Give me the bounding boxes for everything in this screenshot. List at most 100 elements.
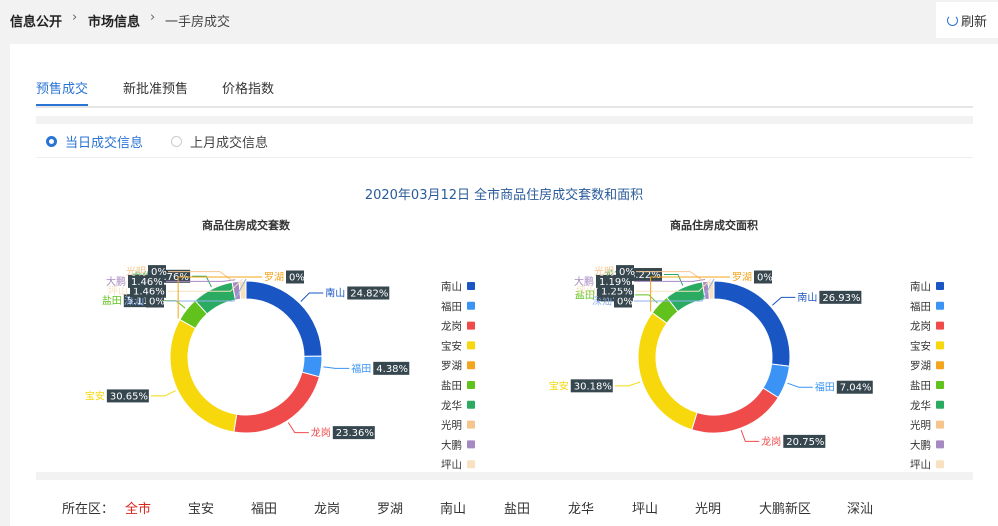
district-longhua[interactable]: 龙华 — [568, 498, 594, 517]
legend-swatch-南山 — [467, 282, 475, 290]
district-yantian[interactable]: 盐田 — [504, 498, 530, 517]
label-district-福田: 福田 — [815, 381, 835, 394]
legend-swatch-坪山 — [936, 460, 944, 469]
legend-label-龙岗: 龙岗 — [910, 320, 931, 333]
content-card: 预售成交 新批准预售 价格指数 当日成交信息 上月成交信息 2020年03月12… — [10, 44, 998, 526]
district-longgang[interactable]: 龙岗 — [314, 498, 340, 517]
label-value-宝安: 30.65% — [110, 391, 148, 402]
label-leader-line — [161, 300, 186, 309]
period-selector: 当日成交信息 上月成交信息 — [36, 123, 973, 158]
legend-label-罗湖: 罗湖 — [910, 360, 931, 372]
label-value-坪山: 1.46% — [133, 287, 165, 298]
legend-label-宝安: 宝安 — [441, 339, 462, 352]
label-district-福田: 福田 — [351, 362, 371, 375]
legend-label-南山: 南山 — [441, 280, 462, 293]
legend-swatch-南山 — [936, 282, 944, 290]
legend-label-坪山: 坪山 — [441, 458, 462, 471]
legend-swatch-宝安 — [467, 341, 475, 350]
legend-label-大鹏: 大鹏 — [910, 438, 931, 451]
legend-swatch-福田 — [936, 301, 944, 310]
label-district-南山: 南山 — [797, 291, 817, 304]
district-pingshan[interactable]: 坪山 — [632, 498, 658, 517]
donut-slice-宝安 — [637, 312, 698, 431]
donut-slice-宝安 — [169, 318, 238, 433]
legend-swatch-大鹏 — [936, 440, 944, 449]
label-value-光明: 0% — [151, 267, 167, 278]
legend-label-盐田: 盐田 — [441, 379, 462, 392]
label-district-南山: 南山 — [325, 287, 345, 300]
label-leader-line — [287, 422, 309, 434]
label-leader-line — [323, 366, 350, 369]
label-value-光明: 0% — [619, 267, 635, 278]
legend-label-盐田: 盐田 — [910, 379, 931, 392]
legend-swatch-大鹏 — [467, 440, 475, 449]
legend-swatch-盐田 — [936, 381, 944, 389]
tab-price-index[interactable]: 价格指数 — [222, 78, 274, 104]
district-all[interactable]: 全市 — [125, 498, 151, 517]
tab-presale-deals[interactable]: 预售成交 — [36, 78, 89, 106]
legend-swatch-坪山 — [467, 460, 475, 469]
tab-new-presale[interactable]: 新批准预售 — [123, 78, 188, 104]
district-nanshan[interactable]: 南山 — [440, 498, 466, 517]
legend-label-南山: 南山 — [910, 280, 931, 293]
district-luohu[interactable]: 罗湖 — [377, 498, 403, 517]
district-filter: 所在区： 全市 宝安 福田 龙岗 罗湖 南山 盐田 龙华 坪山 光明 大鹏新区 … — [10, 486, 998, 526]
legend-swatch-罗湖 — [467, 361, 475, 370]
label-district-龙岗: 龙岗 — [761, 435, 781, 448]
radio-today[interactable]: 当日成交信息 — [46, 132, 143, 151]
label-value-南山: 26.93% — [822, 293, 860, 304]
pie-title: 商品住房成交面积 — [670, 218, 758, 232]
radio-last-month[interactable]: 上月成交信息 — [171, 132, 268, 151]
label-district-大鹏: 大鹏 — [106, 275, 126, 288]
legend-label-罗湖: 罗湖 — [441, 360, 462, 372]
legend-swatch-光明 — [936, 420, 944, 429]
district-futian[interactable]: 福田 — [251, 498, 277, 517]
radio-dot — [46, 136, 57, 147]
label-district-光明: 光明 — [126, 265, 146, 278]
legend-swatch-盐田 — [467, 381, 475, 389]
legend-label-福田: 福田 — [441, 300, 462, 313]
label-value-龙岗: 20.75% — [786, 437, 824, 448]
label-value-大鹏: 1.19% — [599, 277, 631, 288]
legend-label-光明: 光明 — [441, 419, 462, 432]
legend-swatch-龙岗 — [467, 321, 475, 330]
legend-swatch-龙华 — [467, 400, 475, 409]
label-district-光明: 光明 — [594, 265, 614, 278]
label-leader-line — [740, 429, 760, 442]
label-district-宝安: 宝安 — [85, 389, 105, 402]
pie-title: 商品住房成交套数 — [202, 218, 291, 232]
label-value-宝安: 30.18% — [574, 381, 612, 392]
district-guangming[interactable]: 光明 — [695, 498, 721, 517]
breadcrumb-level1[interactable]: 信息公开 — [10, 11, 62, 30]
label-leader-line — [663, 274, 684, 286]
label-district-罗湖: 罗湖 — [264, 272, 284, 284]
breadcrumb-level3: 一手房成交 — [165, 15, 231, 30]
legend-label-宝安: 宝安 — [910, 339, 931, 352]
legend-swatch-福田 — [467, 301, 475, 310]
label-value-深汕: 0% — [617, 297, 633, 308]
district-shenshan[interactable]: 深汕 — [847, 498, 873, 517]
legend-label-坪山: 坪山 — [910, 458, 931, 471]
chevron-right-icon: › — [150, 10, 156, 25]
label-leader-line — [634, 294, 658, 304]
district-baoan[interactable]: 宝安 — [188, 498, 214, 517]
district-dapeng[interactable]: 大鹏新区 — [759, 498, 811, 517]
label-value-龙岗: 23.36% — [336, 428, 374, 439]
refresh-button[interactable]: 刷新 — [936, 2, 998, 38]
legend-swatch-罗湖 — [936, 361, 944, 370]
donut-slice-南山 — [713, 280, 791, 367]
label-leader-line — [787, 382, 813, 388]
legend-swatch-龙岗 — [936, 321, 944, 330]
legend-label-光明: 光明 — [910, 419, 931, 432]
breadcrumb-level2[interactable]: 市场信息 — [88, 11, 140, 30]
label-district-龙岗: 龙岗 — [311, 426, 331, 439]
label-district-大鹏: 大鹏 — [574, 275, 594, 288]
donut-slice-南山 — [245, 280, 323, 357]
label-value-坪山: 1.25% — [601, 287, 633, 298]
legend-swatch-光明 — [467, 420, 475, 429]
label-value-大鹏: 1.46% — [131, 277, 163, 288]
tab-bar: 预售成交 新批准预售 价格指数 — [36, 78, 973, 108]
donut-slice-龙岗 — [691, 387, 779, 434]
district-filter-label: 所在区： — [62, 502, 115, 517]
chevron-right-icon: › — [72, 10, 78, 25]
